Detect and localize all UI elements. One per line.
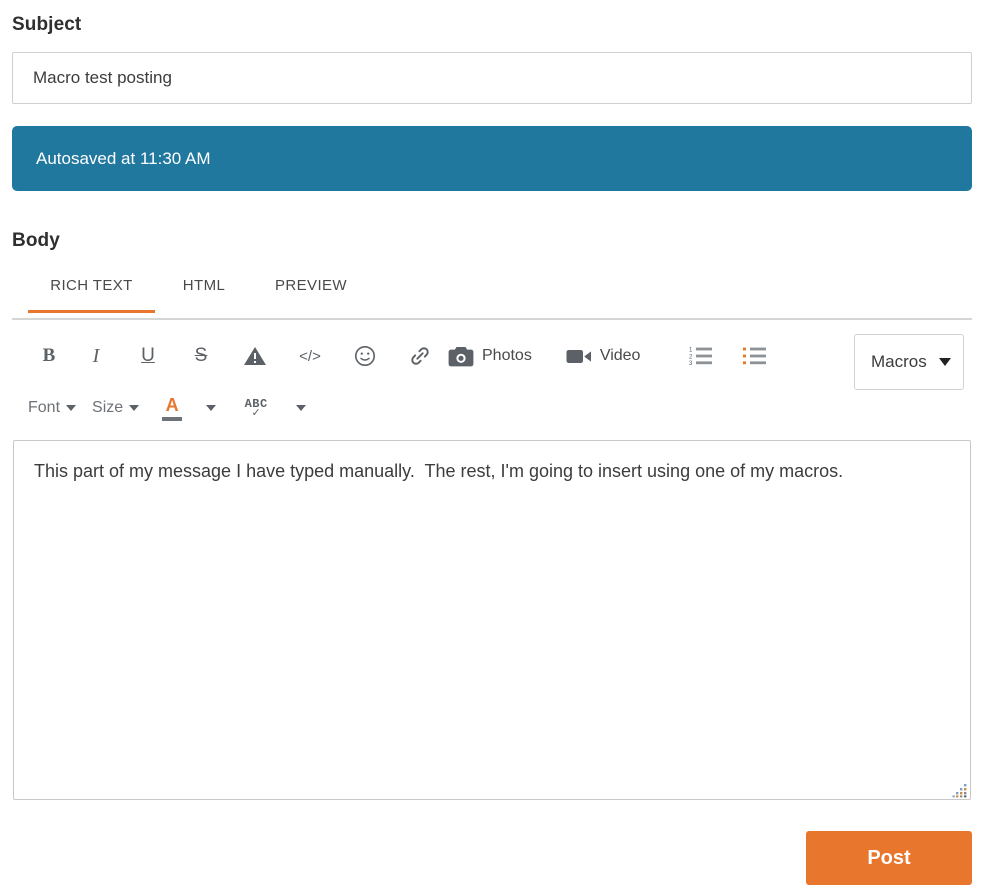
camera-icon (448, 346, 474, 367)
video-label: Video (599, 347, 641, 364)
size-dropdown[interactable]: Size (92, 390, 140, 426)
size-dropdown-label: Size (92, 399, 124, 416)
svg-text:3: 3 (689, 361, 693, 366)
photos-label: Photos (482, 347, 532, 364)
chevron-down-icon (129, 405, 140, 411)
post-composer-page: Subject Autosaved at 11:30 AM Body RICH … (0, 0, 984, 891)
subject-label: Subject (12, 14, 82, 35)
tab-preview[interactable]: PREVIEW (251, 272, 371, 311)
chevron-down-icon (66, 405, 77, 411)
video-camera-icon (566, 347, 592, 366)
chevron-down-icon (296, 405, 307, 411)
subject-input[interactable] (12, 52, 972, 104)
spellcheck-dropdown[interactable] (279, 390, 323, 426)
font-dropdown[interactable]: Font (28, 390, 77, 426)
svg-text:1: 1 (689, 348, 693, 354)
autosave-banner: Autosaved at 11:30 AM (12, 126, 972, 191)
text-color-icon[interactable]: A (155, 390, 189, 426)
strikethrough-icon[interactable]: S (174, 338, 228, 374)
tab-rich-text[interactable]: RICH TEXT (28, 272, 155, 313)
font-dropdown-label: Font (28, 399, 61, 416)
body-label: Body (12, 230, 60, 251)
tab-html[interactable]: HTML (159, 272, 249, 311)
toolbar-row-formatting: B I U S </> Photos Video 1 2 3 (28, 338, 782, 374)
bulleted-list-icon[interactable] (728, 338, 782, 374)
svg-text:2: 2 (689, 355, 693, 361)
chevron-down-icon (206, 405, 217, 411)
toolbar-row-typography: Font Size A ABC ✓ (28, 390, 323, 426)
bold-icon[interactable]: B (28, 338, 70, 374)
text-color-swatch (162, 416, 183, 421)
video-button[interactable]: Video (566, 338, 675, 374)
code-icon[interactable]: </> (282, 338, 338, 374)
textarea-resize-handle[interactable] (952, 782, 968, 798)
underline-icon[interactable]: U (122, 338, 174, 374)
editor-toolbar: B I U S </> Photos Video 1 2 3 Font Size… (12, 322, 972, 434)
spellcheck-icon[interactable]: ABC ✓ (233, 390, 279, 426)
text-color-glyph: A (165, 394, 179, 415)
italic-icon[interactable]: I (70, 338, 122, 374)
macro-select[interactable]: Macros (854, 334, 964, 390)
macro-select-value: Macros (871, 352, 927, 371)
body-editor[interactable]: This part of my message I have typed man… (13, 440, 971, 800)
link-icon[interactable] (392, 338, 448, 374)
check-icon: ✓ (251, 406, 261, 419)
spoiler-warning-icon[interactable] (228, 338, 282, 374)
post-button[interactable]: Post (806, 831, 972, 885)
emoji-icon[interactable] (338, 338, 392, 374)
autosave-message: Autosaved at 11:30 AM (36, 148, 211, 168)
body-format-tabs: RICH TEXT HTML PREVIEW (12, 272, 972, 320)
text-color-dropdown[interactable] (189, 390, 233, 426)
photos-button[interactable]: Photos (448, 338, 566, 374)
chevron-down-icon (939, 358, 951, 366)
numbered-list-icon[interactable]: 1 2 3 (674, 338, 728, 374)
